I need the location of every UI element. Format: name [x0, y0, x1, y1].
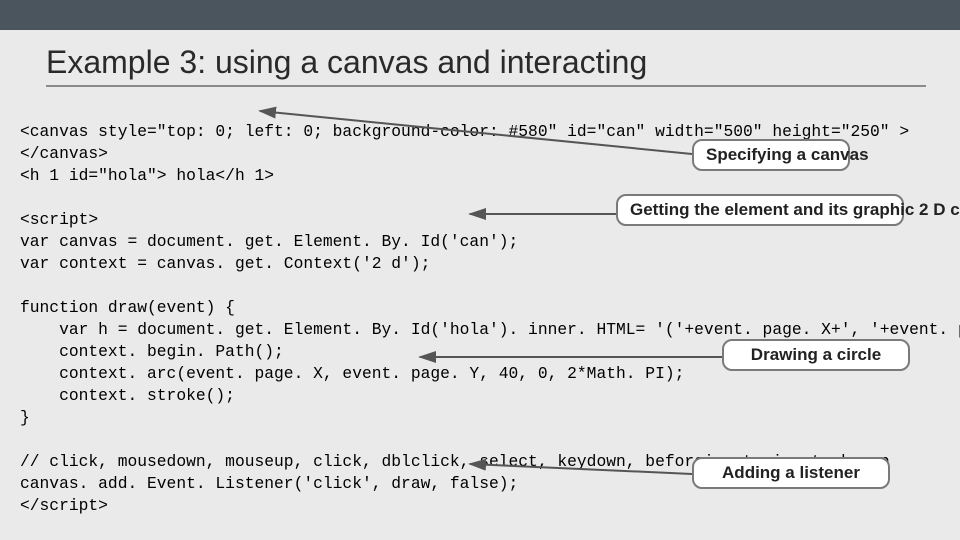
code-line: context. begin. Path();	[20, 342, 284, 361]
code-block: <canvas style="top: 0; left: 0; backgrou…	[20, 99, 942, 540]
callout-canvas: Specifying a canvas	[692, 139, 850, 171]
code-line: context. stroke();	[20, 386, 235, 405]
code-line: </script>	[20, 496, 108, 515]
code-line: function draw(event) {	[20, 298, 235, 317]
code-line: <h 1 id="hola"> hola</h 1>	[20, 166, 274, 185]
code-line: context. arc(event. page. X, event. page…	[20, 364, 684, 383]
code-line: var context = canvas. get. Context('2 d'…	[20, 254, 430, 273]
code-line: </canvas>	[20, 144, 108, 163]
code-line: var h = document. get. Element. By. Id('…	[20, 320, 960, 339]
top-bar	[0, 0, 960, 30]
code-line: <script>	[20, 210, 98, 229]
callout-listener: Adding a listener	[692, 457, 890, 489]
slide-title: Example 3: using a canvas and interactin…	[46, 44, 926, 87]
callout-circle: Drawing a circle	[722, 339, 910, 371]
code-line: }	[20, 408, 30, 427]
callout-context: Getting the element and its graphic 2 D …	[616, 194, 904, 226]
code-line: canvas. add. Event. Listener('click', dr…	[20, 474, 518, 493]
code-line: var canvas = document. get. Element. By.…	[20, 232, 518, 251]
